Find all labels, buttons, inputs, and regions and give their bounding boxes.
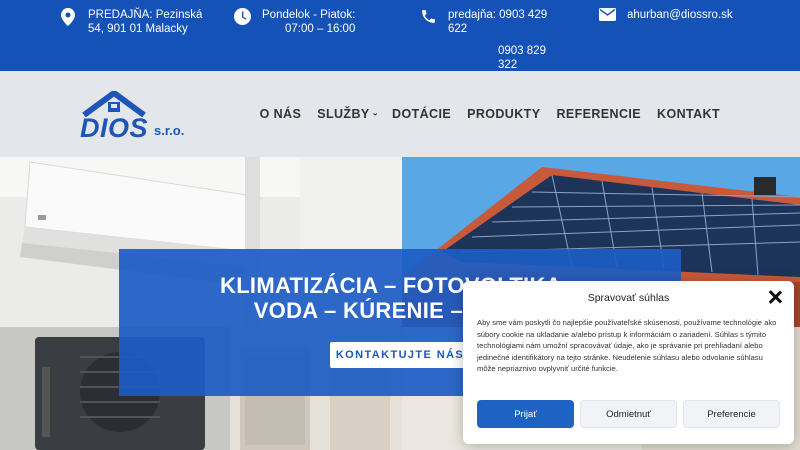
- clock-icon: [232, 8, 252, 28]
- phone-store-link[interactable]: predajňa: 0903 429 622: [448, 8, 547, 36]
- nav-label: O NÁS: [259, 107, 302, 121]
- top-info-bar: PREDAJŇA: Pezinská 54, 901 01 Malacky Po…: [0, 0, 800, 71]
- location-pin-icon: [58, 8, 78, 28]
- site-header: DIOS s.r.o. O NÁS SLUŽBY ‹ DOTÁCIE PRODUK…: [0, 71, 800, 157]
- phone-contact[interactable]: predajňa: 0903 429 622 0903 829 322: [418, 8, 578, 72]
- nav-label: SLUŽBY: [317, 107, 370, 121]
- cookie-dialog-title: Spravovať súhlas: [587, 292, 670, 304]
- cookie-dialog-actions: Prijať Odmietnuť Preferencie: [477, 400, 780, 428]
- store-address: PREDAJŇA: Pezinská 54, 901 01 Malacky: [58, 8, 218, 36]
- nav-o-nas[interactable]: O NÁS: [260, 107, 302, 121]
- nav-kontakt[interactable]: KONTAKT: [657, 107, 720, 121]
- nav-referencie[interactable]: REFERENCIE: [556, 107, 641, 121]
- address-text: PREDAJŇA: Pezinská 54, 901 01 Malacky: [88, 9, 203, 35]
- nav-label: KONTAKT: [657, 107, 720, 121]
- cookie-dialog-text: Aby sme vám poskytli čo najlepšie použív…: [477, 318, 777, 374]
- opening-hours: Pondelok - Piatok: 07:00 – 16:00: [232, 8, 372, 36]
- email-link[interactable]: ahurban@diossro.sk: [627, 8, 733, 28]
- chevron-down-icon: ‹: [369, 112, 380, 116]
- nav-dotacie[interactable]: DOTÁCIE: [392, 107, 451, 121]
- nav-sluzby[interactable]: SLUŽBY ‹: [317, 107, 380, 121]
- preferences-button[interactable]: Preferencie: [683, 400, 780, 428]
- main-navigation: O NÁS SLUŽBY ‹ DOTÁCIE PRODUKTY REFERENCI…: [244, 107, 720, 121]
- dios-logo[interactable]: DIOS s.r.o.: [80, 91, 210, 143]
- hours-text: Pondelok - Piatok: 07:00 – 16:00: [262, 9, 356, 35]
- logo-wordmark: DIOS: [80, 113, 149, 143]
- close-icon[interactable]: [768, 290, 782, 304]
- email-contact[interactable]: ahurban@diossro.sk: [597, 8, 797, 28]
- phone-icon: [418, 8, 438, 28]
- nav-label: DOTÁCIE: [392, 107, 452, 121]
- envelope-icon: [597, 8, 617, 28]
- accept-button[interactable]: Prijať: [477, 400, 574, 428]
- phone-secondary-link[interactable]: 0903 829 322: [498, 44, 547, 72]
- nav-label: REFERENCIE: [556, 107, 642, 121]
- cookie-consent-dialog: Spravovať súhlas Aby sme vám poskytli čo…: [463, 281, 794, 444]
- nav-produkty[interactable]: PRODUKTY: [467, 107, 540, 121]
- contact-us-button[interactable]: KONTAKTUJTE NÁS: [330, 342, 470, 368]
- logo-suffix: s.r.o.: [154, 123, 185, 138]
- nav-label: PRODUKTY: [467, 107, 541, 121]
- deny-button[interactable]: Odmietnuť: [580, 400, 677, 428]
